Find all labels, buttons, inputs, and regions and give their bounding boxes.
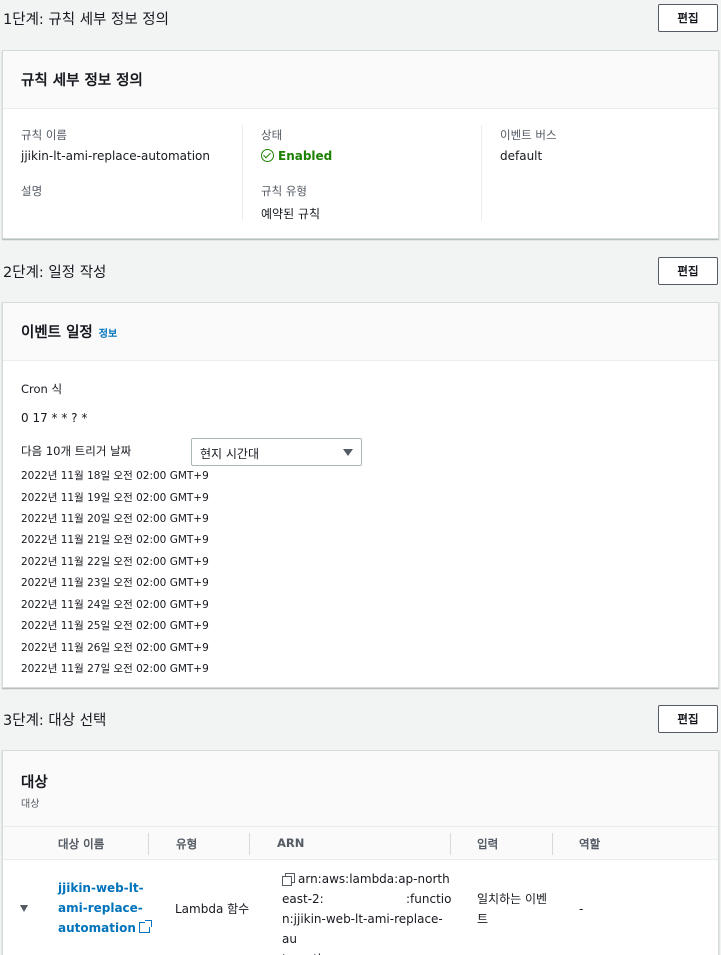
column-divider (249, 833, 250, 855)
targets-card-title: 대상 (21, 775, 48, 791)
trigger-date-item: 2022년 11월 25일 오전 02:00 GMT+9 (21, 620, 209, 632)
dropdown-caret-icon (343, 449, 353, 456)
target-name-line: jjikin-web-lt- (58, 881, 144, 895)
description-label: 설명 (21, 184, 43, 198)
target-arn: arn:aws:lambda:ap-north east-2::functio … (282, 869, 454, 955)
target-input: 일치하는 이벤 트 (477, 889, 547, 929)
status-value: Enabled (261, 149, 332, 163)
trigger-date-item: 2022년 11월 21일 오전 02:00 GMT+9 (21, 534, 209, 546)
arn-line: n:jjikin-web-lt-ami-replace-au (282, 912, 443, 946)
event-schedule-card-title: 이벤트 일정 정보 (21, 321, 117, 342)
event-bus-value: default (500, 149, 543, 163)
target-type: Lambda 함수 (175, 902, 250, 916)
input-line: 트 (477, 912, 489, 926)
column-header-arn[interactable]: ARN (277, 836, 304, 850)
column-divider (450, 833, 451, 855)
rule-type-label: 규칙 유형 (261, 184, 307, 198)
trigger-date-item: 2022년 11월 22일 오전 02:00 GMT+9 (21, 556, 209, 568)
step1-edit-button[interactable]: 편집 (658, 4, 718, 32)
status-text: Enabled (278, 149, 333, 163)
check-circle-icon (261, 149, 274, 162)
column-header-input[interactable]: 입력 (477, 836, 498, 852)
rule-details-card-title: 규칙 세부 정보 정의 (21, 73, 143, 89)
rule-type-value: 예약된 규칙 (261, 207, 321, 221)
expand-caret-icon[interactable] (20, 905, 28, 912)
table-row: jjikin-web-lt- ami-replace- automation L… (3, 861, 718, 955)
copy-icon[interactable] (282, 873, 295, 886)
column-header-type[interactable]: 유형 (176, 836, 197, 852)
target-name-line-text: automation (58, 921, 136, 935)
targets-card: 대상 대상 대상 이름 유형 ARN 입력 역할 jjikin-web-lt- … (2, 750, 719, 955)
trigger-date-item: 2022년 11월 23일 오전 02:00 GMT+9 (21, 577, 209, 589)
arn-line: east-2: :functio (282, 889, 454, 909)
column-divider (148, 833, 149, 855)
target-name-line: automation (58, 918, 152, 938)
rule-name-label: 규칙 이름 (21, 128, 67, 142)
trigger-date-item: 2022년 11월 18일 오전 02:00 GMT+9 (21, 470, 209, 482)
step2-header: 2단계: 일정 작성 편집 (0, 253, 721, 289)
next-triggers-label: 다음 10개 트리거 날짜 (21, 444, 132, 458)
arn-line-text: east-2: (282, 892, 324, 906)
arn-line-text: arn:aws:lambda:ap-north (298, 872, 450, 886)
step3-edit-button[interactable]: 편집 (658, 705, 718, 733)
rule-details-card-header: 규칙 세부 정보 정의 (3, 51, 718, 109)
rule-details-card: 규칙 세부 정보 정의 규칙 이름 jjikin-lt-ami-replace-… (2, 50, 719, 239)
target-name-line: ami-replace- (58, 901, 143, 915)
cron-value: 0 17 * * ? * (21, 411, 88, 425)
cron-label: Cron 식 (21, 382, 63, 396)
column-divider (242, 125, 243, 221)
rule-name-value: jjikin-lt-ami-replace-automation (21, 149, 210, 163)
column-header-role[interactable]: 역할 (579, 836, 600, 852)
arn-line: tomation (282, 949, 454, 955)
input-line: 일치하는 이벤 (477, 892, 548, 906)
column-header-name[interactable]: 대상 이름 (58, 836, 104, 852)
targets-card-header: 대상 대상 (3, 751, 718, 826)
arn-line-text: :functio (406, 892, 452, 906)
step1-title: 1단계: 규칙 세부 정보 정의 (3, 12, 169, 28)
step2-title: 2단계: 일정 작성 (3, 265, 107, 281)
trigger-date-item: 2022년 11월 27일 오전 02:00 GMT+9 (21, 663, 209, 675)
trigger-date-item: 2022년 11월 24일 오전 02:00 GMT+9 (21, 599, 209, 611)
status-label: 상태 (261, 128, 283, 142)
step2-edit-button[interactable]: 편집 (658, 257, 718, 285)
event-bus-label: 이벤트 버스 (500, 128, 557, 142)
arn-line: arn:aws:lambda:ap-north (282, 869, 454, 889)
trigger-date-item: 2022년 11월 19일 오전 02:00 GMT+9 (21, 492, 209, 504)
trigger-date-item: 2022년 11월 20일 오전 02:00 GMT+9 (21, 513, 209, 525)
step3-header: 3단계: 대상 선택 편집 (0, 701, 721, 737)
column-divider (552, 833, 553, 855)
event-schedule-card-header: 이벤트 일정 정보 (3, 303, 718, 361)
info-link[interactable]: 정보 (99, 329, 117, 340)
step1-header: 1단계: 규칙 세부 정보 정의 편집 (0, 0, 721, 36)
target-name-link[interactable]: jjikin-web-lt- ami-replace- automation (58, 878, 152, 938)
event-schedule-title-text: 이벤트 일정 (21, 325, 93, 341)
timezone-select[interactable]: 현지 시간대 (191, 438, 362, 466)
targets-table-header: 대상 이름 유형 ARN 입력 역할 (3, 826, 718, 860)
targets-card-subtitle: 대상 (21, 799, 40, 810)
timezone-select-value: 현지 시간대 (200, 447, 260, 461)
trigger-date-item: 2022년 11월 26일 오전 02:00 GMT+9 (21, 642, 209, 654)
target-role: - (579, 902, 584, 916)
step3-title: 3단계: 대상 선택 (3, 713, 107, 729)
external-link-icon (138, 920, 152, 933)
event-schedule-card: 이벤트 일정 정보 Cron 식 0 17 * * ? * 다음 10개 트리거 … (2, 302, 719, 688)
column-divider (481, 125, 482, 221)
